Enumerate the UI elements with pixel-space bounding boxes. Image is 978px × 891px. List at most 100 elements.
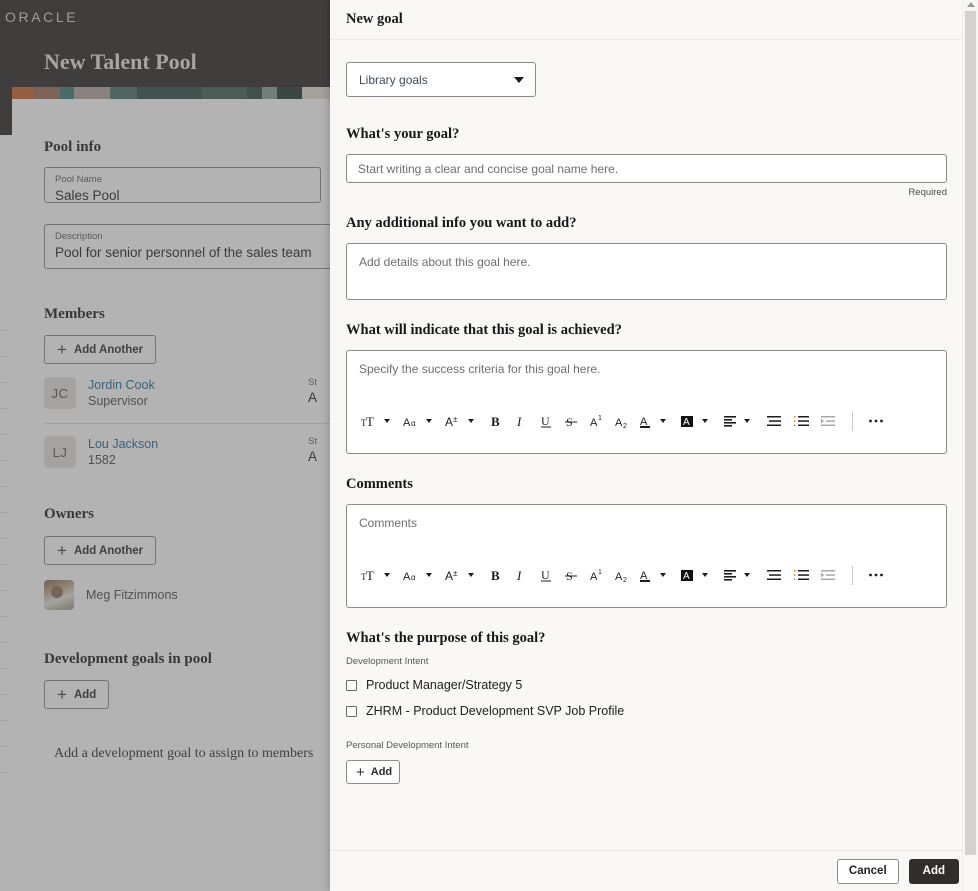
comments-heading: Comments xyxy=(346,476,413,492)
bold-icon[interactable]: B xyxy=(487,409,507,433)
superscript-icon[interactable]: A1 xyxy=(587,409,607,433)
italic-icon[interactable]: I xyxy=(512,563,532,587)
comments-editor[interactable]: Comments TT Aα A ± B I U S A 1 A 2 A A xyxy=(346,504,947,608)
svg-text:A: A xyxy=(615,571,623,583)
indent-icon xyxy=(817,409,839,433)
font-style-icon[interactable]: Aα xyxy=(403,563,421,587)
chevron-down-icon xyxy=(514,76,524,83)
font-size-dropdown-icon[interactable] xyxy=(468,563,474,587)
svg-text:1: 1 xyxy=(598,569,602,576)
goal-type-value: Library goals xyxy=(359,72,428,87)
strikethrough-icon[interactable]: S xyxy=(562,409,582,433)
checkbox-icon[interactable] xyxy=(346,705,357,717)
font-size-icon[interactable]: A ± xyxy=(445,409,463,433)
svg-text:A: A xyxy=(403,417,411,429)
svg-text:T: T xyxy=(366,568,374,583)
purpose-checkbox-row[interactable]: Product Manager/Strategy 5 xyxy=(346,678,948,692)
highlight-color-icon[interactable]: A xyxy=(679,563,697,587)
svg-text:A: A xyxy=(445,569,453,583)
new-goal-dialog: New goal Library goals What's your goal?… xyxy=(330,0,978,891)
subscript-icon[interactable]: A2 xyxy=(612,563,632,587)
dialog-footer: Cancel Add xyxy=(330,850,978,891)
svg-text:I: I xyxy=(516,414,522,429)
text-color-icon[interactable]: A xyxy=(637,409,655,433)
svg-text:A: A xyxy=(590,571,598,583)
font-family-icon[interactable]: TT xyxy=(361,563,379,587)
italic-icon[interactable]: I xyxy=(512,409,532,433)
align-left-icon[interactable] xyxy=(721,563,739,587)
dialog-body: Library goals What's your goal? Start wr… xyxy=(330,40,978,850)
svg-text:U: U xyxy=(541,568,550,582)
font-style-dropdown-icon[interactable] xyxy=(426,563,432,587)
svg-text:±: ± xyxy=(453,415,458,424)
font-size-icon[interactable]: A ± xyxy=(445,563,463,587)
toolbar-divider xyxy=(852,411,853,431)
add-button[interactable]: Add xyxy=(908,858,959,884)
purpose-checkbox-label: Product Manager/Strategy 5 xyxy=(366,678,523,692)
personal-development-intent-label: Personal Development Intent xyxy=(346,740,469,751)
goal-name-heading: What's your goal? xyxy=(346,126,460,142)
subscript-icon[interactable]: A2 xyxy=(612,409,632,433)
personal-development-add-button[interactable]: + Add xyxy=(346,760,400,784)
goal-type-select[interactable]: Library goals xyxy=(346,62,536,97)
svg-text:U: U xyxy=(541,414,550,428)
font-style-icon[interactable]: Aα xyxy=(403,409,421,433)
comments-placeholder: Comments xyxy=(359,516,418,530)
align-dropdown-icon[interactable] xyxy=(744,409,750,433)
align-left-icon[interactable] xyxy=(721,409,739,433)
scrollbar-divider xyxy=(962,0,963,891)
more-options-icon[interactable] xyxy=(866,409,886,433)
svg-text:α: α xyxy=(411,573,416,582)
scrollbar-thumb[interactable] xyxy=(965,11,976,855)
success-criteria-editor[interactable]: Specify the success criteria for this go… xyxy=(346,350,947,454)
rich-text-toolbar: TT Aα A ± B I U S A 1 A 2 A A xyxy=(347,405,886,437)
success-criteria-placeholder: Specify the success criteria for this go… xyxy=(359,362,601,376)
svg-text:B: B xyxy=(491,568,500,583)
text-color-dropdown-icon[interactable] xyxy=(660,409,666,433)
svg-text:A: A xyxy=(683,571,690,582)
bold-icon[interactable]: B xyxy=(487,563,507,587)
numbered-list-icon[interactable] xyxy=(790,563,812,587)
bulleted-list-icon[interactable] xyxy=(763,563,785,587)
font-family-dropdown-icon[interactable] xyxy=(384,409,390,433)
screen: ORACLE New Talent Pool Pool info Pool Na… xyxy=(0,0,978,891)
svg-text:I: I xyxy=(516,568,522,583)
font-style-dropdown-icon[interactable] xyxy=(426,409,432,433)
highlight-color-dropdown-icon[interactable] xyxy=(702,563,708,587)
cancel-button[interactable]: Cancel xyxy=(836,858,899,884)
font-family-dropdown-icon[interactable] xyxy=(384,563,390,587)
purpose-checkbox-row[interactable]: ZHRM - Product Development SVP Job Profi… xyxy=(346,704,948,718)
scroll-up-arrow-icon[interactable] xyxy=(966,2,975,7)
highlight-color-dropdown-icon[interactable] xyxy=(702,409,708,433)
superscript-icon[interactable]: A1 xyxy=(587,563,607,587)
svg-text:α: α xyxy=(411,419,416,428)
strikethrough-icon[interactable]: S xyxy=(562,563,582,587)
svg-text:A: A xyxy=(615,417,623,429)
dialog-scrollbar[interactable] xyxy=(963,0,978,855)
additional-info-heading: Any additional info you want to add? xyxy=(346,215,577,231)
text-color-icon[interactable]: A xyxy=(637,563,655,587)
more-options-icon[interactable] xyxy=(866,563,886,587)
underline-icon[interactable]: U xyxy=(537,409,557,433)
indent-icon xyxy=(817,563,839,587)
text-color-dropdown-icon[interactable] xyxy=(660,563,666,587)
goal-name-input[interactable]: Start writing a clear and concise goal n… xyxy=(346,154,947,183)
align-dropdown-icon[interactable] xyxy=(744,563,750,587)
font-family-icon[interactable]: TT xyxy=(361,409,379,433)
additional-info-textarea[interactable]: Add details about this goal here. xyxy=(346,243,947,300)
plus-icon: + xyxy=(356,763,365,781)
checkbox-icon[interactable] xyxy=(346,679,357,691)
svg-text:T: T xyxy=(366,414,374,429)
highlight-color-icon[interactable]: A xyxy=(679,409,697,433)
svg-text:B: B xyxy=(491,414,500,429)
goal-name-required-note: Required xyxy=(908,187,947,198)
dialog-title: New goal xyxy=(346,11,403,27)
rich-text-toolbar: TT Aα A ± B I U S A 1 A 2 A A xyxy=(347,559,886,591)
font-size-dropdown-icon[interactable] xyxy=(468,409,474,433)
purpose-checkbox-label: ZHRM - Product Development SVP Job Profi… xyxy=(366,704,625,718)
toolbar-divider xyxy=(852,565,853,585)
numbered-list-icon[interactable] xyxy=(790,409,812,433)
purpose-heading: What's the purpose of this goal? xyxy=(346,630,546,646)
underline-icon[interactable]: U xyxy=(537,563,557,587)
bulleted-list-icon[interactable] xyxy=(763,409,785,433)
